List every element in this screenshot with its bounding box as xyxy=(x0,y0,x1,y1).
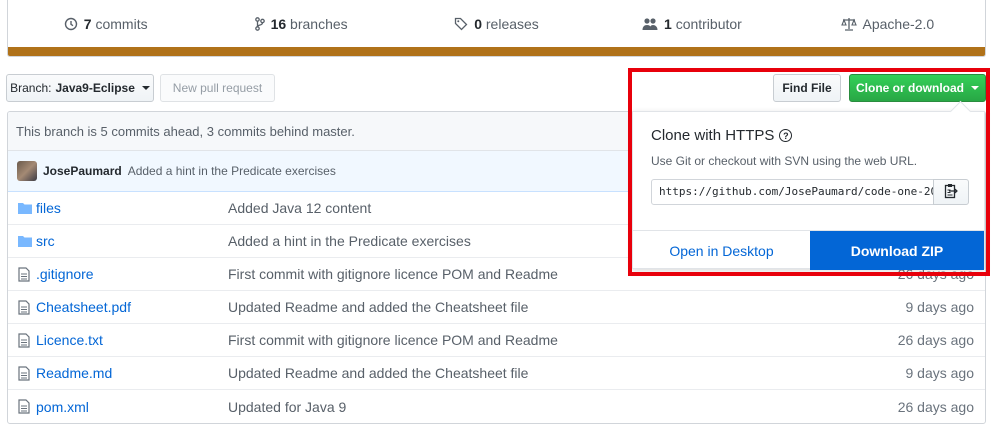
file-commit-message[interactable]: Updated Readme and added the Cheatsheet … xyxy=(228,365,528,381)
clone-actions: Open in Desktop Download ZIP xyxy=(633,230,984,270)
file-name-link[interactable]: Readme.md xyxy=(36,365,112,381)
license-link[interactable]: Apache-2.0 xyxy=(790,16,985,32)
file-name-link[interactable]: pom.xml xyxy=(36,399,89,415)
branch-select-button[interactable]: Branch: Java9-Eclipse xyxy=(6,74,154,102)
commit-author[interactable]: JosePaumard xyxy=(43,164,122,178)
file-age: 9 days ago xyxy=(905,299,975,315)
file-icon xyxy=(18,300,30,318)
branches-label: branches xyxy=(290,16,348,32)
open-in-desktop-button[interactable]: Open in Desktop xyxy=(633,231,810,270)
commits-link[interactable]: 7 commits xyxy=(8,16,203,32)
table-row: Cheatsheet.pdf Updated Readme and added … xyxy=(8,291,985,324)
branch-name: Java9-Eclipse xyxy=(55,81,135,95)
file-name-link[interactable]: .gitignore xyxy=(36,266,94,282)
file-name-link[interactable]: files xyxy=(36,200,61,216)
file-icon xyxy=(18,399,30,417)
file-age: 9 days ago xyxy=(905,365,975,381)
branches-link[interactable]: 16 branches xyxy=(203,16,398,32)
branch-prefix: Branch: xyxy=(10,81,52,95)
tag-icon xyxy=(454,17,468,31)
find-file-button[interactable]: Find File xyxy=(773,74,841,102)
file-icon xyxy=(18,267,30,285)
file-name-link[interactable]: Licence.txt xyxy=(36,332,103,348)
folder-icon xyxy=(18,234,32,250)
chevron-down-icon xyxy=(971,86,979,90)
folder-icon xyxy=(18,201,32,217)
commits-label: commits xyxy=(95,16,148,32)
table-row: pom.xml Updated for Java 9 26 days ago xyxy=(8,390,985,423)
clone-description: Use Git or checkout with SVN using the w… xyxy=(651,154,918,168)
download-zip-button[interactable]: Download ZIP xyxy=(810,231,984,270)
commits-count: 7 xyxy=(83,16,92,32)
releases-count: 0 xyxy=(474,16,482,32)
contributors-label: contributor xyxy=(675,16,742,32)
file-name-link[interactable]: Cheatsheet.pdf xyxy=(36,299,131,315)
clone-button-label: Clone or download xyxy=(856,81,964,95)
law-scale-icon xyxy=(840,17,857,31)
history-icon xyxy=(64,17,78,31)
file-icon xyxy=(18,366,30,384)
avatar[interactable] xyxy=(17,161,37,181)
file-commit-message[interactable]: Added Java 12 content xyxy=(228,200,371,216)
releases-link[interactable]: 0 releases xyxy=(399,16,594,32)
clone-title-text: Clone with HTTPS xyxy=(651,127,775,144)
contributors-link[interactable]: 1 contributor xyxy=(594,16,789,32)
repo-summary-bar: 7 commits 16 branches 0 releases 1 contr… xyxy=(7,0,986,57)
clone-or-download-button[interactable]: Clone or download xyxy=(849,74,986,102)
file-age: 26 days ago xyxy=(897,398,974,415)
contributors-count: 1 xyxy=(664,16,672,32)
file-age: 26 days ago xyxy=(897,332,974,348)
license-label: Apache-2.0 xyxy=(862,16,935,32)
file-name-link[interactable]: src xyxy=(36,233,55,249)
clipboard-icon xyxy=(944,183,958,202)
clone-url-input[interactable]: https://github.com/JosePaumard/code-one-… xyxy=(651,179,934,205)
copy-url-button[interactable] xyxy=(933,179,969,205)
table-row: Readme.md Updated Readme and added the C… xyxy=(8,357,985,390)
file-commit-message[interactable]: First commit with gitignore licence POM … xyxy=(228,332,558,348)
people-icon xyxy=(642,17,658,31)
help-icon[interactable]: ? xyxy=(779,129,793,142)
clone-dropdown: Clone with HTTPS ? Use Git or checkout w… xyxy=(632,111,985,270)
file-commit-message[interactable]: Updated Readme and added the Cheatsheet … xyxy=(228,299,528,315)
file-icon xyxy=(18,333,30,351)
file-commit-message[interactable]: First commit with gitignore licence POM … xyxy=(228,266,558,282)
language-bar xyxy=(8,47,985,56)
file-commit-message[interactable]: Updated for Java 9 xyxy=(228,399,346,415)
file-commit-message[interactable]: Added a hint in the Predicate exercises xyxy=(228,233,471,249)
chevron-down-icon xyxy=(141,86,150,90)
commit-message[interactable]: Added a hint in the Predicate exercises xyxy=(128,164,336,178)
clone-title: Clone with HTTPS ? xyxy=(651,127,793,144)
table-row: Licence.txt First commit with gitignore … xyxy=(8,324,985,357)
new-pull-request-button[interactable]: New pull request xyxy=(160,74,275,102)
branches-count: 16 xyxy=(270,16,287,32)
branch-icon xyxy=(254,17,265,31)
branch-compare-text: This branch is 5 commits ahead, 3 commit… xyxy=(16,123,355,139)
releases-label: releases xyxy=(485,16,539,32)
